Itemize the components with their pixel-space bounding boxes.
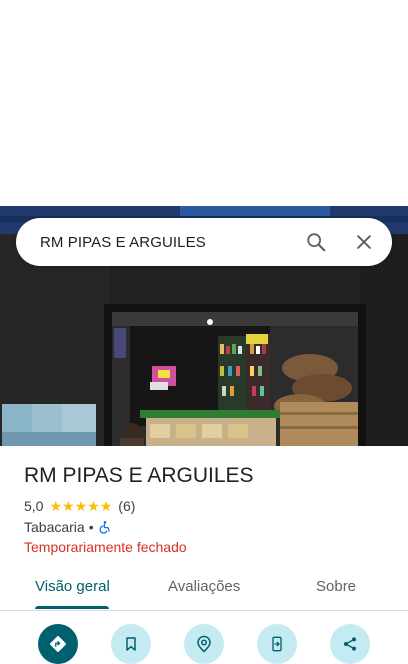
save-button[interactable] bbox=[111, 624, 151, 664]
tab-about[interactable]: Sobre bbox=[316, 578, 356, 595]
bookmark-icon bbox=[126, 637, 136, 651]
share-button[interactable] bbox=[330, 624, 370, 664]
rating-row[interactable]: 5,0 ★ ★ ★ ★ ★ (6) bbox=[24, 498, 135, 514]
place-category: Tabacaria bbox=[24, 519, 85, 535]
star-icon: ★ bbox=[49, 498, 63, 514]
nearby-icon bbox=[197, 635, 211, 653]
action-bar bbox=[0, 624, 408, 664]
star-icon: ★ bbox=[74, 498, 88, 514]
star-icon: ★ bbox=[99, 498, 113, 514]
rating-stars: ★ ★ ★ ★ ★ bbox=[49, 499, 112, 513]
separator: • bbox=[88, 519, 94, 535]
review-count[interactable]: (6) bbox=[118, 498, 135, 514]
star-icon: ★ bbox=[62, 498, 75, 514]
tab-bar: Visão geral Avaliações Sobre bbox=[0, 566, 408, 611]
close-icon[interactable] bbox=[352, 230, 376, 254]
search-bar[interactable]: RM PIPAS E ARGUILES bbox=[16, 218, 392, 266]
tab-reviews[interactable]: Avaliações bbox=[168, 578, 240, 595]
category-row: Tabacaria • bbox=[24, 519, 112, 535]
directions-icon bbox=[50, 636, 66, 652]
wheelchair-icon bbox=[98, 520, 112, 534]
tab-overview[interactable]: Visão geral bbox=[35, 578, 110, 595]
search-icon[interactable] bbox=[304, 230, 328, 254]
active-tab-indicator bbox=[35, 606, 109, 609]
directions-button[interactable] bbox=[38, 624, 78, 664]
search-query[interactable]: RM PIPAS E ARGUILES bbox=[40, 234, 304, 251]
send-to-phone-button[interactable] bbox=[257, 624, 297, 664]
place-title: RM PIPAS E ARGUILES bbox=[24, 464, 254, 487]
star-icon: ★ bbox=[87, 498, 100, 514]
share-icon bbox=[344, 637, 356, 651]
rating-value: 5,0 bbox=[24, 498, 44, 514]
status-label: Temporariamente fechado bbox=[24, 539, 187, 555]
nearby-button[interactable] bbox=[184, 624, 224, 664]
send-to-phone-icon bbox=[272, 636, 282, 652]
